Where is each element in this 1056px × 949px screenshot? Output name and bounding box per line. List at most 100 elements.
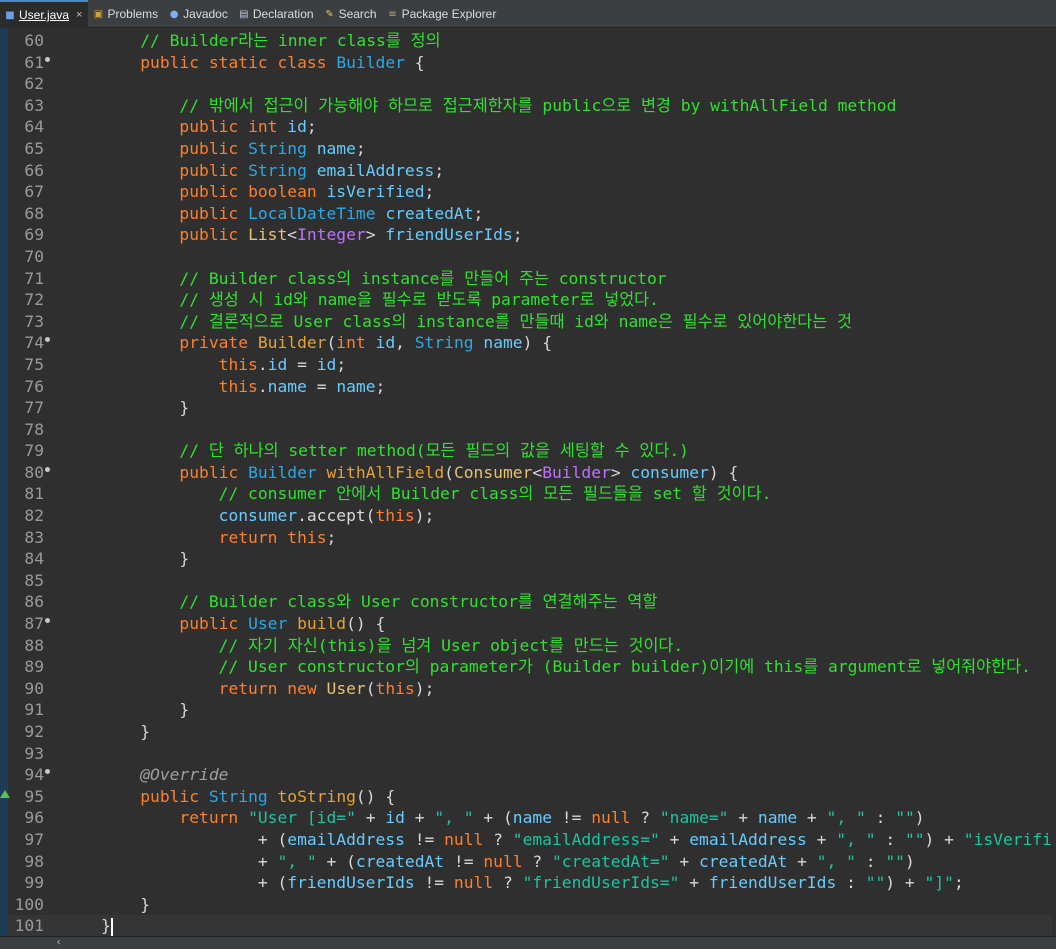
code-line[interactable]: 71 // Builder class의 instance를 만들어 주는 co…	[8, 268, 1052, 290]
line-number: 96	[24, 808, 44, 828]
code-line[interactable]: 76 this.name = name;	[8, 376, 1052, 398]
code-text: }	[54, 894, 150, 916]
code-area[interactable]: 60 // Builder라는 inner class를 정의 61 public…	[0, 30, 1052, 936]
line-number: 88	[24, 635, 44, 655]
code-token: public	[140, 52, 200, 72]
code-line[interactable]: 87 public User build() {	[8, 613, 1052, 635]
fold-toggle-icon[interactable]	[44, 613, 54, 635]
code-line[interactable]: 77 }	[8, 397, 1052, 419]
code-line[interactable]: 91 }	[8, 699, 1052, 721]
code-token: friendUserIds	[708, 873, 837, 893]
code-line[interactable]: 83 return this;	[8, 527, 1052, 549]
code-line[interactable]: 63 // 밖에서 접근이 가능해야 하므로 접근제한자를 public으로 변…	[8, 95, 1052, 117]
code-line[interactable]: 72 // 생성 시 id와 name을 필수로 받도록 parameter로 …	[8, 289, 1052, 311]
code-line[interactable]: 98 + ", " + (createdAt != null ? "create…	[8, 851, 1052, 873]
code-text: + (friendUserIds != null ? "friendUserId…	[54, 872, 964, 894]
code-line[interactable]: 68 public LocalDateTime createdAt;	[8, 203, 1052, 225]
code-token: int	[248, 117, 278, 137]
code-token: consumer	[630, 462, 709, 482]
tab-problems[interactable]: ▣ Problems	[88, 0, 164, 28]
code-line[interactable]: 73 // 결론적으로 User class의 instance를 만들때 id…	[8, 311, 1052, 333]
code-line[interactable]: 80 public Builder withAllField(Consumer<…	[8, 462, 1052, 484]
code-line[interactable]: 60 // Builder라는 inner class를 정의	[8, 30, 1052, 52]
code-line[interactable]: 95 public String toString() {	[0, 786, 1052, 808]
code-line[interactable]: 96 return "User [id=" + id + ", " + (nam…	[8, 807, 1052, 829]
code-token: id	[385, 808, 405, 828]
code-line[interactable]: 88 // 자기 자신(this)을 넘겨 User object를 만드는 것…	[8, 635, 1052, 657]
code-line[interactable]: 66 public String emailAddress;	[8, 160, 1052, 182]
code-line[interactable]: 64 public int id;	[8, 116, 1052, 138]
line-number: 75	[24, 354, 44, 374]
code-line[interactable]: 86 // Builder class와 User constructor를 연…	[8, 591, 1052, 613]
tab-package-explorer[interactable]: ≡ Package Explorer	[383, 0, 503, 28]
code-token: // Builder라는 inner class를 정의	[140, 31, 441, 50]
editor-left-ruler	[0, 28, 8, 936]
code-line[interactable]: 100 }	[8, 894, 1052, 916]
code-text: consumer.accept(this);	[54, 505, 435, 527]
code-editor[interactable]: 60 // Builder라는 inner class를 정의 61 public…	[0, 28, 1056, 936]
code-token: User	[248, 614, 288, 634]
code-token: createdAt	[699, 851, 788, 871]
code-line[interactable]: 61 public static class Builder {	[8, 52, 1052, 74]
close-icon[interactable]: ×	[76, 9, 82, 21]
code-line[interactable]: 69 public List<Integer> friendUserIds;	[8, 224, 1052, 246]
line-number: 86	[24, 592, 44, 612]
code-line[interactable]: 97 + (emailAddress != null ? "emailAddre…	[8, 829, 1052, 851]
code-token: name	[757, 808, 798, 828]
line-number: 93	[24, 743, 44, 763]
gutter-marker	[44, 721, 54, 743]
code-line[interactable]: 70	[8, 246, 1052, 268]
code-token: +	[669, 851, 700, 871]
code-token: List	[248, 225, 288, 245]
code-line[interactable]: 84 }	[8, 548, 1052, 570]
code-line[interactable]: 62	[8, 73, 1052, 95]
code-line[interactable]: 94 @Override	[8, 764, 1052, 786]
code-line[interactable]: 82 consumer.accept(this);	[8, 505, 1052, 527]
scroll-left-arrow-icon[interactable]: ‹	[52, 937, 65, 949]
line-number: 97	[24, 829, 44, 849]
tab-javadoc[interactable]: ● Javadoc	[164, 0, 234, 28]
code-line[interactable]: 81 // consumer 안에서 Builder class의 모든 필드들…	[8, 483, 1052, 505]
fold-toggle-icon[interactable]	[44, 52, 54, 74]
gutter-marker	[44, 354, 54, 376]
code-line[interactable]: 92 }	[8, 721, 1052, 743]
line-number: 99	[24, 873, 44, 893]
package-explorer-icon: ≡	[388, 8, 397, 20]
code-line[interactable]: 93	[8, 743, 1052, 765]
code-line[interactable]: 79 // 단 하나의 setter method(모든 필드의 값을 세팅할 …	[8, 440, 1052, 462]
code-text: public boolean isVerified;	[54, 181, 434, 203]
code-text: }	[54, 915, 113, 936]
code-line[interactable]: 85	[8, 570, 1052, 592]
fold-toggle-icon[interactable]	[44, 462, 54, 484]
code-line[interactable]: 75 this.id = id;	[8, 354, 1052, 376]
code-line[interactable]: 78	[8, 419, 1052, 441]
fold-toggle-icon[interactable]	[44, 332, 54, 354]
gutter-marker	[44, 635, 54, 657]
code-text: public static class Builder {	[54, 52, 424, 74]
code-line[interactable]: 74 private Builder(int id, String name) …	[8, 332, 1052, 354]
code-line[interactable]: 65 public String name;	[8, 138, 1052, 160]
code-line[interactable]: 67 public boolean isVerified;	[8, 181, 1052, 203]
code-line[interactable]: 101}	[8, 915, 1052, 936]
horizontal-scrollbar[interactable]: ‹	[0, 936, 1056, 949]
tab-search[interactable]: ✎ Search	[320, 0, 383, 28]
code-token: name	[512, 808, 552, 828]
code-line[interactable]: 89 // User constructor의 parameter가 (Buil…	[8, 656, 1052, 678]
code-line[interactable]: 99 + (friendUserIds != null ? "friendUse…	[8, 872, 1052, 894]
code-token: Builder	[336, 52, 405, 72]
fold-toggle-icon[interactable]	[44, 764, 54, 786]
code-token: this	[375, 678, 415, 698]
tab-declaration[interactable]: ▤ Declaration	[234, 0, 320, 28]
code-line[interactable]: 90 return new User(this);	[8, 678, 1052, 700]
tab-user-java[interactable]: ■ User.java ×	[0, 0, 89, 28]
